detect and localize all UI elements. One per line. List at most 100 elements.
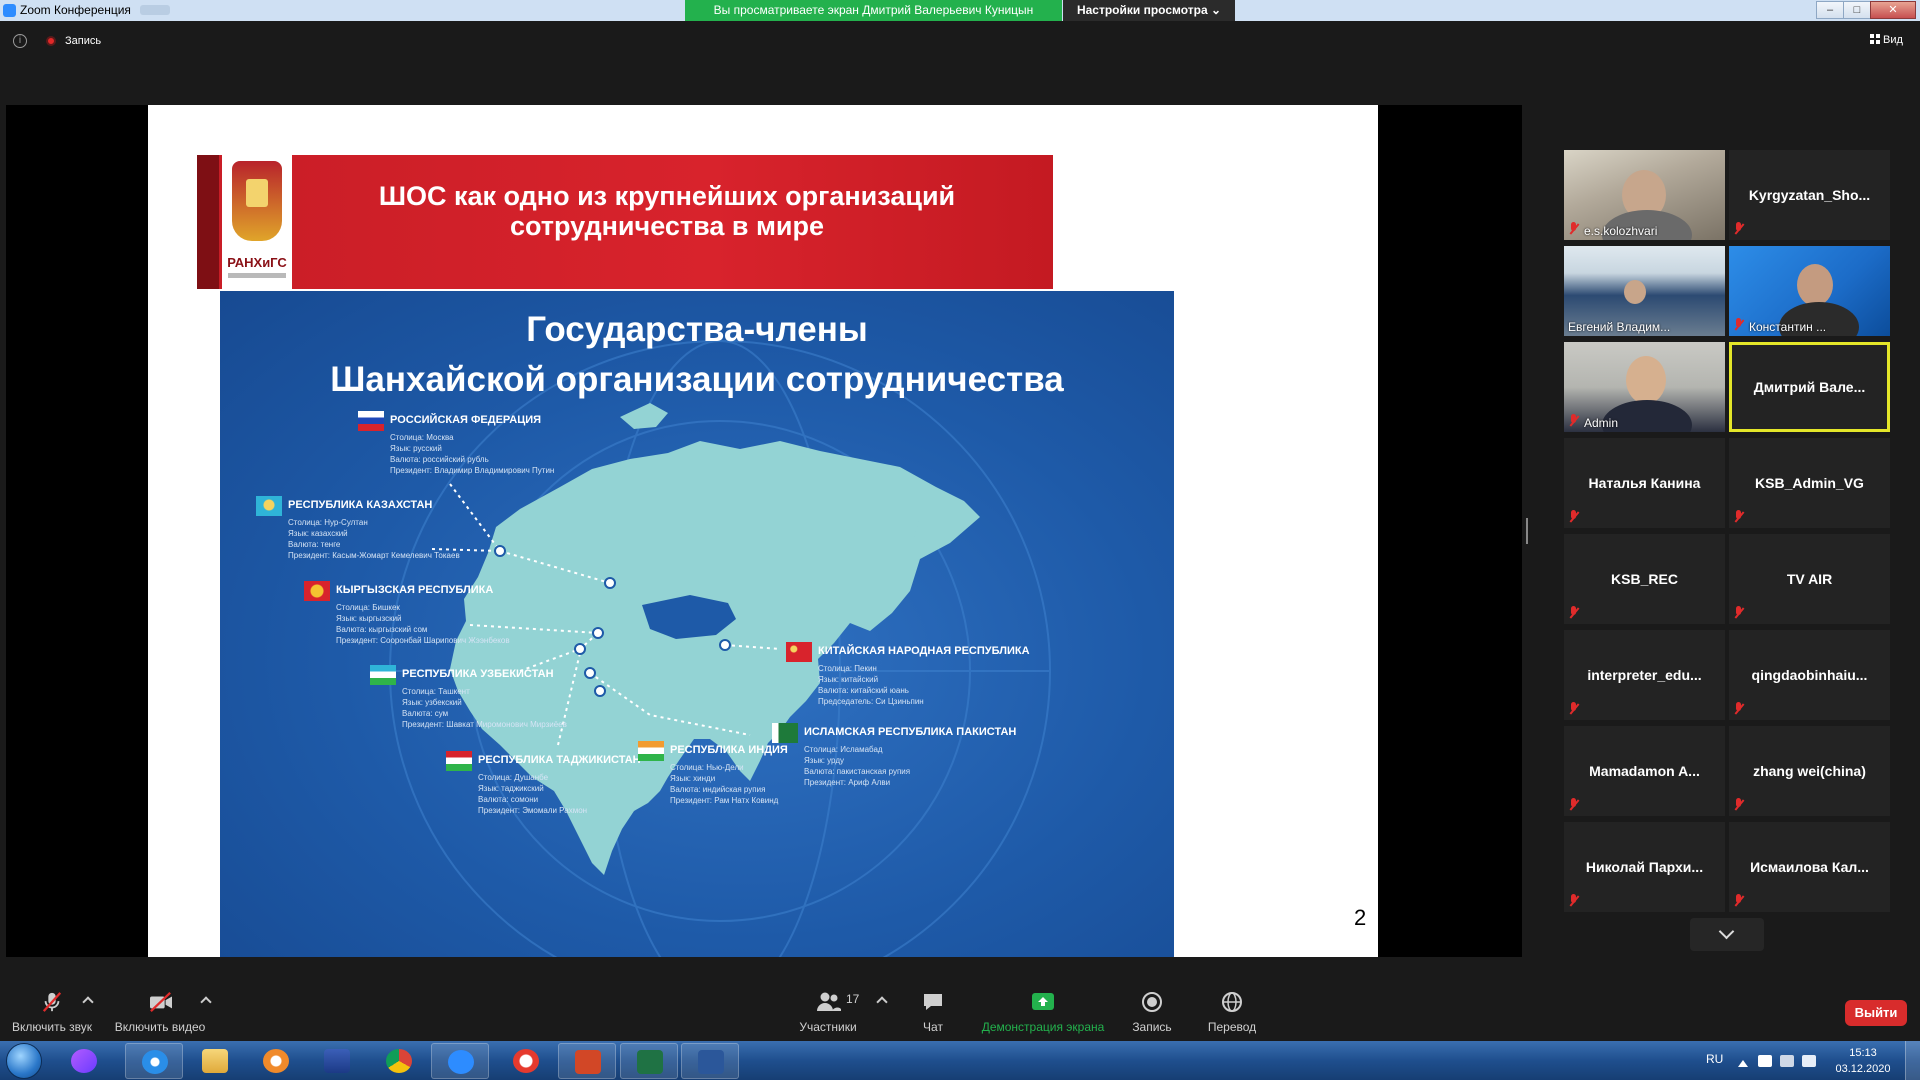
muted-mic-icon — [1733, 798, 1745, 812]
volume-icon[interactable] — [1802, 1055, 1816, 1067]
record-button[interactable]: Запись — [1126, 970, 1178, 1040]
powerpoint-icon — [575, 1050, 601, 1074]
start-button[interactable] — [6, 1043, 42, 1079]
recording-label: Запись — [65, 35, 102, 47]
muted-mic-icon — [1733, 222, 1745, 236]
tajikistan-flag-icon — [446, 751, 472, 771]
ranepa-logo: РАНХиГС — [222, 155, 292, 289]
meeting-info-icon[interactable]: i — [13, 34, 27, 48]
taskbar-chrome-app[interactable] — [370, 1043, 428, 1079]
participant-video — [1797, 264, 1833, 306]
participant-tile[interactable]: Kyrgyzatan_Sho... — [1729, 150, 1890, 240]
chat-bubble-icon — [924, 994, 942, 1010]
zoom-icon — [448, 1050, 474, 1074]
participant-tile[interactable]: interpreter_edu... — [1564, 630, 1725, 720]
yandex-browser-icon — [513, 1049, 539, 1073]
window-title: Zoom Конференция — [20, 3, 131, 17]
taskbar-excel-app[interactable] — [620, 1043, 678, 1079]
tray-expand-icon[interactable] — [1738, 1060, 1748, 1067]
taskbar-word-app[interactable] — [681, 1043, 739, 1079]
slide-title: ШОС как одно из крупнейших организаций с… — [378, 181, 956, 241]
participant-tile[interactable]: Исмаилова Кал... — [1729, 822, 1890, 912]
alice-icon — [71, 1049, 97, 1073]
russia-flag-icon — [358, 411, 384, 431]
participant-tile[interactable]: Mamadamon A... — [1564, 726, 1725, 816]
participant-tile[interactable]: Николай Пархи... — [1564, 822, 1725, 912]
participant-video — [1624, 280, 1646, 304]
taskbar-save-app[interactable] — [308, 1043, 366, 1079]
participants-button[interactable]: 17 Участники — [786, 970, 870, 1040]
action-center-flag-icon[interactable] — [1758, 1055, 1772, 1067]
leave-meeting-button[interactable]: Выйти — [1845, 1000, 1907, 1026]
share-screen-icon — [1032, 993, 1054, 1010]
close-window-button[interactable]: ✕ — [1870, 1, 1916, 19]
input-language-indicator[interactable]: RU — [1706, 1052, 1723, 1066]
taskbar-ie-app[interactable] — [125, 1043, 183, 1079]
taskbar-yandex-app[interactable] — [497, 1043, 555, 1079]
participant-tile-active-speaker[interactable]: Дмитрий Вале... — [1729, 342, 1890, 432]
india-flag-icon — [638, 741, 664, 761]
participant-tile[interactable]: zhang wei(china) — [1729, 726, 1890, 816]
participant-tile[interactable]: KSB_Admin_VG — [1729, 438, 1890, 528]
titlebar-toggle-icon[interactable] — [140, 5, 170, 15]
media-player-icon — [263, 1049, 289, 1073]
panel-resize-handle[interactable] — [1526, 518, 1528, 544]
translate-button[interactable]: Перевод — [1202, 970, 1262, 1040]
participant-tile[interactable]: Admin — [1564, 342, 1725, 432]
maximize-button[interactable]: □ — [1843, 1, 1871, 19]
taskbar-explorer-app[interactable] — [186, 1043, 244, 1079]
minimize-button[interactable]: – — [1816, 1, 1844, 19]
video-camera-off-icon — [150, 992, 172, 1012]
muted-mic-icon — [1733, 894, 1745, 908]
globe-icon — [1222, 992, 1242, 1012]
muted-mic-icon — [1733, 318, 1745, 332]
participants-count: 17 — [846, 992, 860, 1006]
muted-mic-icon — [1568, 510, 1580, 524]
folder-icon — [202, 1049, 228, 1073]
taskbar-alice-app[interactable] — [55, 1043, 113, 1079]
kazakhstan-flag-icon — [256, 496, 282, 516]
kyrgyzstan-flag-icon — [304, 581, 330, 601]
chrome-icon — [386, 1049, 412, 1073]
microphone-muted-icon — [42, 992, 62, 1012]
participant-tile[interactable]: KSB_REC — [1564, 534, 1725, 624]
view-button[interactable]: Вид — [1870, 34, 1903, 46]
view-options-dropdown[interactable]: Настройки просмотра ⌄ — [1063, 0, 1235, 21]
gallery-grid-icon — [1870, 34, 1880, 44]
logo-text: РАНХиГС — [227, 255, 287, 270]
gallery-next-page-button[interactable] — [1690, 918, 1764, 951]
chat-button[interactable]: Чат — [905, 970, 961, 1040]
muted-mic-icon — [1733, 510, 1745, 524]
network-icon[interactable] — [1780, 1055, 1794, 1067]
participant-tile[interactable]: Наталья Канина — [1564, 438, 1725, 528]
china-flag-icon — [786, 642, 812, 662]
sco-map-panel: Государства-члены Шанхайской организации… — [220, 291, 1174, 957]
internet-explorer-icon — [142, 1050, 168, 1074]
system-clock[interactable]: 15:13 03.12.2020 — [1830, 1045, 1896, 1077]
participant-tile[interactable]: TV AIR — [1729, 534, 1890, 624]
muted-mic-icon — [1568, 414, 1580, 428]
taskbar-media-app[interactable] — [247, 1043, 305, 1079]
muted-mic-icon — [1568, 606, 1580, 620]
taskbar-zoom-app[interactable] — [431, 1043, 489, 1079]
participant-tile[interactable]: Константин ... — [1729, 246, 1890, 336]
participants-icon — [817, 992, 841, 1011]
participant-tile[interactable]: Евгений Владим... — [1564, 246, 1725, 336]
share-screen-button[interactable]: Демонстрация экрана — [978, 970, 1108, 1040]
muted-mic-icon — [1733, 606, 1745, 620]
meeting-toolbar: Включить звук Включить видео 17 Участник… — [0, 970, 1920, 1040]
slide-header-banner: РАНХиГС ШОС как одно из крупнейших орган… — [197, 155, 1053, 289]
participant-tile[interactable]: e.s.kolozhvari — [1564, 150, 1725, 240]
start-video-button[interactable]: Включить видео — [112, 970, 208, 1040]
window-titlebar: Zoom Конференция Вы просматриваете экран… — [0, 0, 1920, 21]
presentation-slide: РАНХиГС ШОС как одно из крупнейших орган… — [148, 105, 1378, 957]
show-desktop-button[interactable] — [1905, 1041, 1920, 1080]
viewing-screen-banner: Вы просматриваете экран Дмитрий Валерьев… — [685, 0, 1062, 21]
uzbekistan-flag-icon — [370, 665, 396, 685]
taskbar-powerpoint-app[interactable] — [558, 1043, 616, 1079]
participant-tile[interactable]: qingdaobinhaiu... — [1729, 630, 1890, 720]
recording-indicator-icon — [46, 36, 56, 46]
slide-page-number: 2 — [1354, 905, 1367, 930]
participants-options-caret[interactable] — [876, 996, 888, 1008]
unmute-button[interactable]: Включить звук — [6, 970, 98, 1040]
